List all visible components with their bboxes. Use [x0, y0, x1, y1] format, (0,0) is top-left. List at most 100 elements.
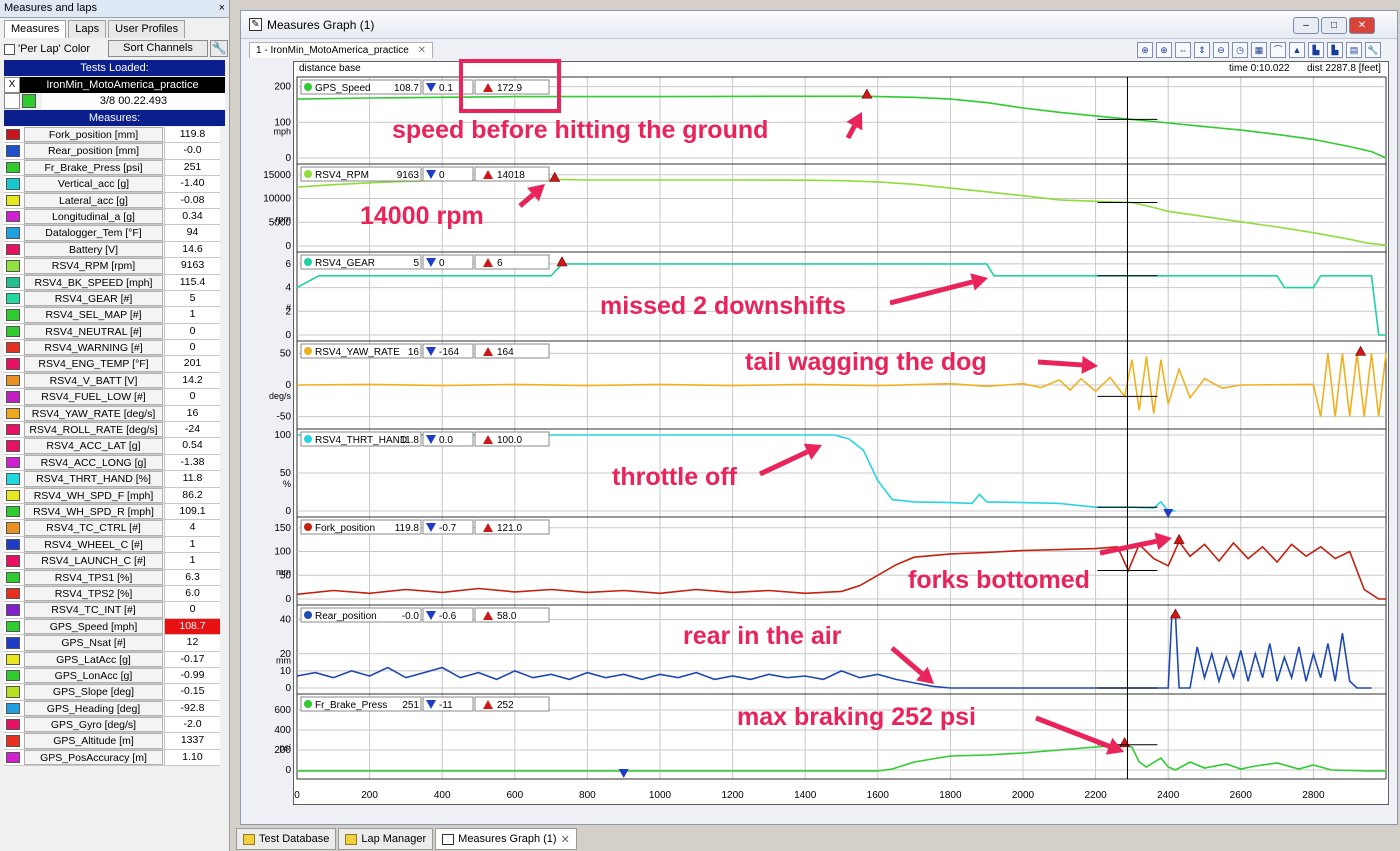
measure-color-swatch[interactable]: [6, 358, 20, 370]
measure-row[interactable]: RSV4_ACC_LONG [g] -1.38: [4, 454, 220, 472]
measure-name[interactable]: GPS_LonAcc [g]: [24, 667, 163, 684]
measure-name[interactable]: RSV4_GEAR [#]: [24, 290, 163, 307]
measure-name[interactable]: RSV4_WH_SPD_R [mph]: [24, 503, 163, 520]
measure-row[interactable]: Rear_position [mm] -0.0: [4, 143, 220, 160]
measure-color-swatch[interactable]: [6, 653, 20, 665]
per-lap-color-checkbox[interactable]: [4, 43, 15, 55]
measure-color-swatch[interactable]: [6, 719, 20, 731]
close-icon[interactable]: ×: [219, 2, 225, 14]
measure-name[interactable]: GPS_PosAccuracy [m]: [24, 749, 163, 766]
measure-row[interactable]: RSV4_WH_SPD_R [mph] 109.1: [4, 503, 220, 521]
measure-name[interactable]: GPS_Altitude [m]: [24, 733, 163, 749]
measure-name[interactable]: RSV4_WH_SPD_F [mph]: [24, 487, 163, 503]
measure-color-swatch[interactable]: [6, 145, 20, 157]
measure-color-swatch[interactable]: [6, 587, 20, 600]
measure-name[interactable]: GPS_Nsat [#]: [24, 635, 163, 651]
measure-color-swatch[interactable]: [6, 374, 20, 387]
measure-row[interactable]: GPS_Nsat [#] 12: [4, 635, 220, 652]
measure-name[interactable]: RSV4_RPM [rpm]: [24, 258, 163, 274]
measure-row[interactable]: GPS_PosAccuracy [m] 1.10: [4, 749, 220, 767]
measure-color-swatch[interactable]: [6, 505, 20, 518]
measure-color-swatch[interactable]: [6, 210, 20, 223]
measure-color-swatch[interactable]: [6, 522, 20, 534]
measure-color-swatch[interactable]: [6, 604, 20, 616]
measure-color-swatch[interactable]: [6, 424, 20, 436]
measure-color-swatch[interactable]: [6, 555, 20, 567]
measure-name[interactable]: RSV4_TC_CTRL [#]: [24, 520, 163, 536]
measure-name[interactable]: RSV4_YAW_RATE [deg/s]: [24, 405, 163, 422]
measure-color-swatch[interactable]: [6, 243, 20, 256]
measure-row[interactable]: RSV4_ROLL_RATE [deg/s] -24: [4, 422, 220, 439]
tab-measures-graph[interactable]: Measures Graph (1) ✕: [435, 828, 577, 850]
measure-name[interactable]: GPS_Speed [mph]: [24, 618, 163, 635]
measure-name[interactable]: RSV4_LAUNCH_C [#]: [24, 553, 163, 569]
measure-color-swatch[interactable]: [6, 489, 20, 501]
measure-row[interactable]: GPS_Altitude [m] 1337: [4, 733, 220, 750]
measure-row[interactable]: RSV4_ENG_TEMP [°F] 201: [4, 356, 220, 373]
measure-row[interactable]: RSV4_THRT_HAND [%] 11.8: [4, 471, 220, 488]
tab-user-profiles[interactable]: User Profiles: [108, 20, 186, 38]
measure-color-swatch[interactable]: [6, 751, 20, 764]
test-row[interactable]: X IronMin_MotoAmerica_practice: [4, 77, 225, 93]
measure-color-swatch[interactable]: [6, 227, 20, 239]
measure-name[interactable]: RSV4_NEUTRAL [#]: [24, 323, 163, 340]
measure-row[interactable]: RSV4_ACC_LAT [g] 0.54: [4, 438, 220, 455]
measure-color-swatch[interactable]: [6, 735, 20, 747]
measure-color-swatch[interactable]: [6, 260, 20, 272]
measure-row[interactable]: GPS_Speed [mph] 108.7: [4, 618, 220, 636]
measure-name[interactable]: Rear_position [mm]: [24, 143, 163, 159]
measure-color-swatch[interactable]: [6, 129, 20, 141]
measure-name[interactable]: RSV4_TPS2 [%]: [24, 585, 163, 602]
measure-color-swatch[interactable]: [6, 686, 20, 698]
measure-name[interactable]: Lateral_acc [g]: [24, 192, 163, 208]
measure-row[interactable]: RSV4_WH_SPD_F [mph] 86.2: [4, 487, 220, 504]
test-close-button[interactable]: X: [4, 77, 20, 93]
measure-color-swatch[interactable]: [6, 440, 20, 452]
measure-color-swatch[interactable]: [6, 538, 20, 551]
measure-name[interactable]: RSV4_WARNING [#]: [24, 340, 163, 356]
measure-name[interactable]: RSV4_WHEEL_C [#]: [24, 536, 163, 553]
measure-row[interactable]: Vertical_acc [g] -1.40: [4, 176, 220, 193]
measure-color-swatch[interactable]: [6, 309, 20, 321]
measure-name[interactable]: RSV4_SEL_MAP [#]: [24, 307, 163, 323]
measure-row[interactable]: RSV4_TPS1 [%] 6.3: [4, 569, 220, 586]
measure-name[interactable]: GPS_Gyro [deg/s]: [24, 717, 163, 733]
measure-color-swatch[interactable]: [6, 702, 20, 715]
measure-row[interactable]: Battery [V] 14.6: [4, 241, 220, 259]
sort-channels-button[interactable]: Sort Channels: [108, 40, 208, 57]
measure-row[interactable]: Longitudinal_a [g] 0.34: [4, 208, 220, 226]
measure-row[interactable]: RSV4_YAW_RATE [deg/s] 16: [4, 405, 220, 423]
measure-color-swatch[interactable]: [6, 276, 20, 288]
measure-row[interactable]: RSV4_TC_CTRL [#] 4: [4, 520, 220, 537]
measure-name[interactable]: RSV4_ROLL_RATE [deg/s]: [24, 422, 163, 438]
measure-row[interactable]: RSV4_V_BATT [V] 14.2: [4, 372, 220, 390]
measure-name[interactable]: RSV4_FUEL_LOW [#]: [24, 389, 163, 405]
tab-measures[interactable]: Measures: [4, 20, 67, 38]
measure-name[interactable]: Fork_position [mm]: [24, 127, 163, 143]
measure-color-swatch[interactable]: [6, 325, 20, 338]
measure-row[interactable]: RSV4_GEAR [#] 5: [4, 290, 220, 308]
measure-name[interactable]: GPS_Slope [deg]: [24, 684, 163, 700]
measure-color-swatch[interactable]: [6, 391, 20, 403]
measure-color-swatch[interactable]: [6, 161, 20, 174]
measure-color-swatch[interactable]: [6, 292, 20, 305]
wrench-icon[interactable]: 🔧: [210, 40, 228, 57]
measure-row[interactable]: RSV4_SEL_MAP [#] 1: [4, 307, 220, 324]
measure-color-swatch[interactable]: [6, 407, 20, 420]
tab-lap-manager[interactable]: Lap Manager: [338, 828, 434, 850]
measure-name[interactable]: Battery [V]: [24, 241, 163, 258]
measure-name[interactable]: RSV4_THRT_HAND [%]: [24, 471, 163, 487]
measure-row[interactable]: GPS_Heading [deg] -92.8: [4, 700, 220, 718]
measure-name[interactable]: Datalogger_Tem [°F]: [24, 225, 163, 241]
measure-color-swatch[interactable]: [6, 571, 20, 583]
measure-row[interactable]: Fr_Brake_Press [psi] 251: [4, 159, 220, 177]
measure-name[interactable]: Longitudinal_a [g]: [24, 208, 163, 225]
measure-row[interactable]: RSV4_WARNING [#] 0: [4, 340, 220, 357]
measure-name[interactable]: GPS_Heading [deg]: [24, 700, 163, 717]
measure-row[interactable]: RSV4_NEUTRAL [#] 0: [4, 323, 220, 341]
measure-name[interactable]: RSV4_TC_INT [#]: [24, 602, 163, 618]
measure-name[interactable]: GPS_LatAcc [g]: [24, 651, 163, 667]
measure-name[interactable]: RSV4_ACC_LAT [g]: [24, 438, 163, 454]
measure-name[interactable]: Vertical_acc [g]: [24, 176, 163, 192]
measure-color-swatch[interactable]: [6, 342, 20, 354]
